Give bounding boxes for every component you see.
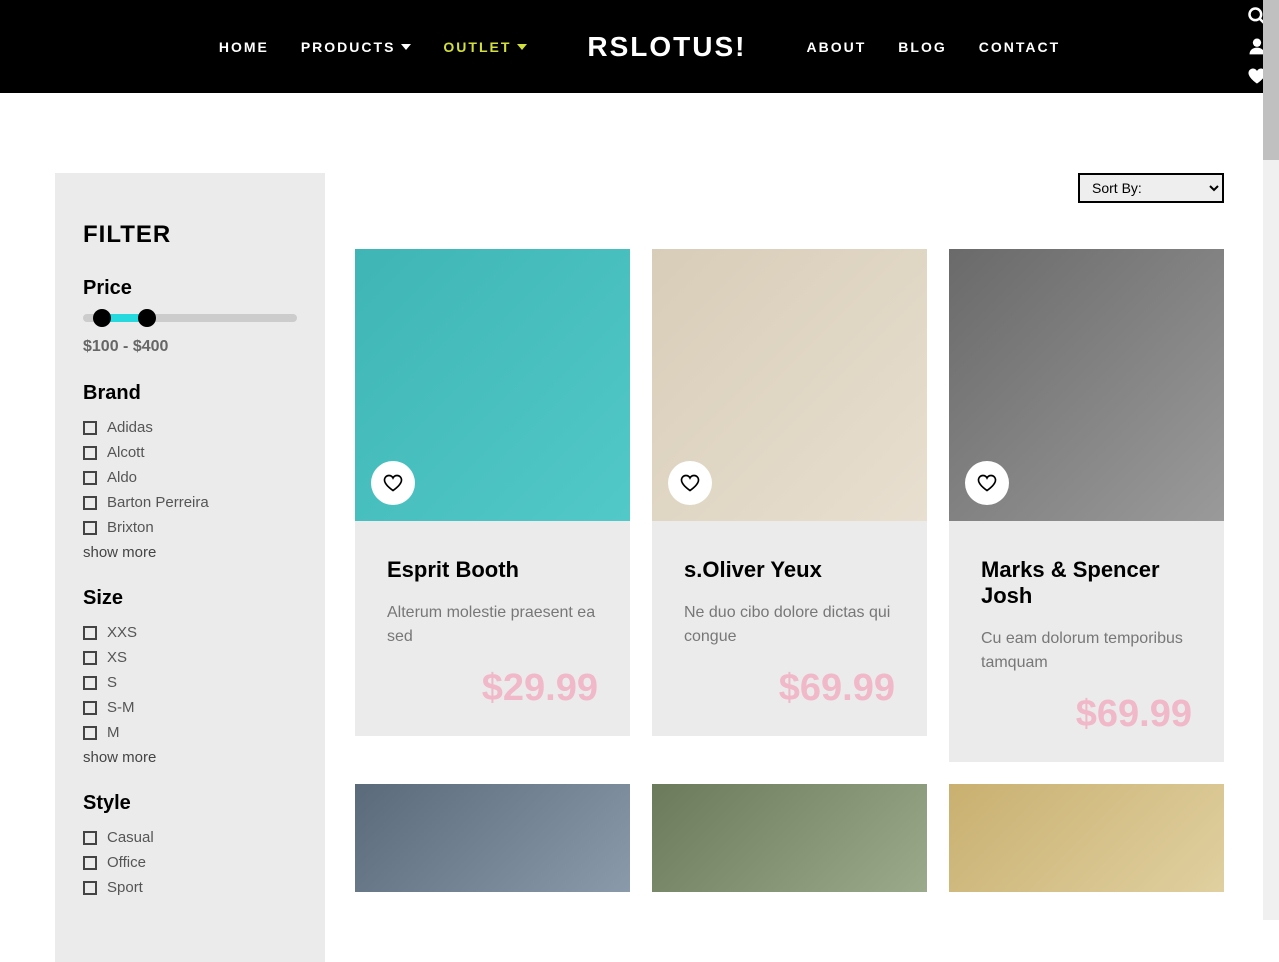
checkbox-icon <box>83 831 97 845</box>
nav-contact[interactable]: CONTACT <box>979 39 1060 55</box>
size-show-more[interactable]: show more <box>83 749 297 766</box>
sort-row: Sort By: <box>355 173 1224 203</box>
nav-products[interactable]: PRODUCTS <box>301 39 412 55</box>
product-body: Esprit Booth Alterum molestie praesent e… <box>355 521 630 736</box>
heart-icon <box>977 473 997 493</box>
filter-sidebar: FILTER Price $100 - $400 Brand Adidas Al… <box>55 173 325 962</box>
style-option[interactable]: Casual <box>83 829 297 846</box>
filter-heading-size: Size <box>83 587 297 610</box>
product-grid: Esprit Booth Alterum molestie praesent e… <box>355 249 1224 892</box>
product-card[interactable]: s.Oliver Yeux Ne duo cibo dolore dictas … <box>652 249 927 762</box>
checkbox-icon <box>83 726 97 740</box>
favorite-button[interactable] <box>668 461 712 505</box>
favorite-button[interactable] <box>965 461 1009 505</box>
logo[interactable]: RSLOTUS! <box>587 31 746 63</box>
heart-icon <box>383 473 403 493</box>
checkbox-icon <box>83 676 97 690</box>
size-list: XXS XS S S-M M <box>83 624 297 741</box>
filter-heading-style: Style <box>83 792 297 815</box>
product-card[interactable]: Esprit Booth Alterum molestie praesent e… <box>355 249 630 762</box>
nav-right: ABOUT BLOG CONTACT <box>807 39 1061 55</box>
product-title: s.Oliver Yeux <box>684 557 895 583</box>
checkbox-icon <box>83 701 97 715</box>
main-content: Sort By: Esprit Booth Alterum molestie p… <box>355 173 1224 962</box>
filter-size: Size XXS XS S S-M M show more <box>83 587 297 766</box>
filter-brand: Brand Adidas Alcott Aldo Barton Perreira… <box>83 382 297 561</box>
product-desc: Ne duo cibo dolore dictas qui congue <box>684 601 895 649</box>
size-option[interactable]: S-M <box>83 699 297 716</box>
product-price: $69.99 <box>684 667 895 710</box>
product-image <box>355 249 630 521</box>
nav-about[interactable]: ABOUT <box>807 39 867 55</box>
brand-option[interactable]: Alcott <box>83 444 297 461</box>
scrollbar-thumb[interactable] <box>1263 0 1279 160</box>
product-image <box>652 784 927 892</box>
product-price: $29.99 <box>387 667 598 710</box>
product-desc: Cu eam dolorum temporibus tamquam <box>981 627 1192 675</box>
nav-blog[interactable]: BLOG <box>898 39 946 55</box>
product-title: Marks & Spencer Josh <box>981 557 1192 609</box>
sort-select[interactable]: Sort By: <box>1078 173 1224 203</box>
product-body: Marks & Spencer Josh Cu eam dolorum temp… <box>949 521 1224 762</box>
product-card[interactable] <box>949 784 1224 892</box>
checkbox-icon <box>83 626 97 640</box>
size-option[interactable]: M <box>83 724 297 741</box>
main-header: HOME PRODUCTS OUTLET RSLOTUS! ABOUT BLOG… <box>0 0 1279 93</box>
chevron-down-icon <box>517 44 527 50</box>
checkbox-icon <box>83 881 97 895</box>
nav-home[interactable]: HOME <box>219 39 269 55</box>
checkbox-icon <box>83 496 97 510</box>
filter-heading-price: Price <box>83 277 297 300</box>
brand-option[interactable]: Brixton <box>83 519 297 536</box>
filter-heading-brand: Brand <box>83 382 297 405</box>
checkbox-icon <box>83 651 97 665</box>
style-list: Casual Office Sport <box>83 829 297 896</box>
checkbox-icon <box>83 421 97 435</box>
price-slider[interactable] <box>83 314 297 322</box>
product-image <box>652 249 927 521</box>
checkbox-icon <box>83 856 97 870</box>
slider-handle-min[interactable] <box>93 309 111 327</box>
brand-option[interactable]: Barton Perreira <box>83 494 297 511</box>
product-card[interactable] <box>355 784 630 892</box>
favorite-button[interactable] <box>371 461 415 505</box>
checkbox-icon <box>83 521 97 535</box>
product-body: s.Oliver Yeux Ne duo cibo dolore dictas … <box>652 521 927 736</box>
product-image <box>949 249 1224 521</box>
checkbox-icon <box>83 446 97 460</box>
size-option[interactable]: S <box>83 674 297 691</box>
filter-title: FILTER <box>83 221 297 249</box>
brand-option[interactable]: Aldo <box>83 469 297 486</box>
page-container: FILTER Price $100 - $400 Brand Adidas Al… <box>0 93 1279 962</box>
size-option[interactable]: XS <box>83 649 297 666</box>
brand-list: Adidas Alcott Aldo Barton Perreira Brixt… <box>83 419 297 536</box>
slider-handle-max[interactable] <box>138 309 156 327</box>
style-option[interactable]: Sport <box>83 879 297 896</box>
product-title: Esprit Booth <box>387 557 598 583</box>
scrollbar[interactable] <box>1263 0 1279 920</box>
checkbox-icon <box>83 471 97 485</box>
chevron-down-icon <box>401 44 411 50</box>
style-option[interactable]: Office <box>83 854 297 871</box>
brand-show-more[interactable]: show more <box>83 544 297 561</box>
price-range-text: $100 - $400 <box>83 338 297 356</box>
nav-left: HOME PRODUCTS OUTLET <box>219 39 528 55</box>
brand-option[interactable]: Adidas <box>83 419 297 436</box>
size-option[interactable]: XXS <box>83 624 297 641</box>
heart-icon <box>680 473 700 493</box>
product-card[interactable]: Marks & Spencer Josh Cu eam dolorum temp… <box>949 249 1224 762</box>
product-card[interactable] <box>652 784 927 892</box>
filter-price: Price $100 - $400 <box>83 277 297 356</box>
nav-outlet[interactable]: OUTLET <box>443 39 527 55</box>
product-desc: Alterum molestie praesent ea sed <box>387 601 598 649</box>
product-price: $69.99 <box>981 693 1192 736</box>
filter-style: Style Casual Office Sport <box>83 792 297 896</box>
product-image <box>949 784 1224 892</box>
product-image <box>355 784 630 892</box>
